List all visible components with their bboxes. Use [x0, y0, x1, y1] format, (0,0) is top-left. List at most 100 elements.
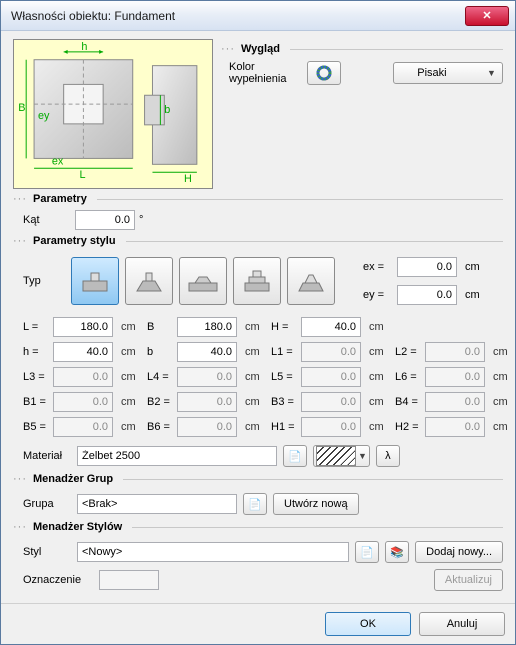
group-browse-button[interactable]: 📄	[243, 493, 267, 515]
param-label: L4 =	[147, 371, 177, 383]
param-input	[425, 392, 485, 412]
param-input	[425, 342, 485, 362]
param-input	[177, 367, 237, 387]
titlebar: Własności obiektu: Fundament ✕	[1, 1, 515, 31]
chevron-down-icon: ▼	[487, 68, 496, 78]
svg-text:ex: ex	[52, 155, 64, 167]
section-parameters: Parametry	[33, 193, 87, 205]
create-group-button[interactable]: Utwórz nową	[273, 493, 359, 515]
type-label: Typ	[23, 275, 61, 287]
param-unit: cm	[369, 396, 395, 408]
type-option-1[interactable]	[71, 257, 119, 305]
style-copy-button[interactable]: 📄	[355, 541, 379, 563]
fill-color-label: Kolor wypełnienia	[229, 61, 299, 85]
type-option-3[interactable]	[179, 257, 227, 305]
param-input	[301, 417, 361, 437]
param-unit: cm	[121, 346, 147, 358]
preview-pane: h B L ey ex b H	[13, 39, 213, 189]
param-input	[425, 417, 485, 437]
param-input[interactable]	[53, 317, 113, 337]
dialog-body: h B L ey ex b H	[1, 31, 515, 603]
svg-text:H: H	[184, 173, 192, 185]
param-label: H2 =	[395, 421, 425, 433]
param-input	[177, 417, 237, 437]
param-label: L1 =	[271, 346, 301, 358]
group-label: Grupa	[23, 498, 71, 510]
param-unit: cm	[369, 346, 395, 358]
color-wheel-icon	[316, 65, 332, 81]
ex-input[interactable]	[397, 257, 457, 277]
type-option-5[interactable]	[287, 257, 335, 305]
param-unit: cm	[121, 421, 147, 433]
svg-text:L: L	[79, 169, 85, 181]
param-input[interactable]	[301, 317, 361, 337]
style-library-button[interactable]: 📚	[385, 541, 409, 563]
section-style-params: Parametry stylu	[33, 235, 116, 247]
param-label: B6 =	[147, 421, 177, 433]
lambda-button[interactable]: λ	[376, 445, 400, 467]
param-input[interactable]	[177, 317, 237, 337]
param-unit: cm	[493, 396, 515, 408]
hatch-dropdown[interactable]: ▼	[313, 445, 370, 467]
svg-text:B: B	[18, 102, 25, 114]
document-icon: 📄	[248, 498, 262, 511]
hatch-preview-icon	[316, 446, 356, 466]
section-group-manager: Menadżer Grup	[33, 473, 113, 485]
param-label: B2 =	[147, 396, 177, 408]
param-input[interactable]	[177, 342, 237, 362]
param-label: L =	[23, 321, 53, 333]
param-unit: cm	[245, 421, 271, 433]
material-browse-button[interactable]: 📄	[283, 445, 307, 467]
param-unit: cm	[493, 371, 515, 383]
close-button[interactable]: ✕	[465, 6, 509, 26]
param-label: B5 =	[23, 421, 53, 433]
param-label: L2 =	[395, 346, 425, 358]
style-label: Styl	[23, 546, 71, 558]
param-input	[177, 392, 237, 412]
angle-unit: °	[139, 214, 159, 226]
ey-input[interactable]	[397, 285, 457, 305]
ey-label: ey =	[363, 289, 397, 301]
cancel-button[interactable]: Anuluj	[419, 612, 505, 636]
type-option-2[interactable]	[125, 257, 173, 305]
material-input[interactable]	[77, 446, 277, 466]
pens-dropdown-label: Pisaki	[417, 67, 446, 79]
style-input[interactable]	[77, 542, 349, 562]
window-title: Własności obiektu: Fundament	[11, 9, 465, 23]
group-input[interactable]	[77, 494, 237, 514]
param-label: H1 =	[271, 421, 301, 433]
param-unit: cm	[369, 321, 395, 333]
add-style-button[interactable]: Dodaj nowy...	[415, 541, 503, 563]
material-label: Materiał	[23, 450, 71, 462]
param-label: h =	[23, 346, 53, 358]
fill-color-button[interactable]	[307, 61, 341, 85]
close-icon: ✕	[482, 9, 491, 22]
param-input	[53, 417, 113, 437]
param-label: b	[147, 346, 177, 358]
param-label: B4 =	[395, 396, 425, 408]
param-label: B3 =	[271, 396, 301, 408]
param-label: B	[147, 321, 177, 333]
param-input	[301, 392, 361, 412]
param-input	[425, 367, 485, 387]
param-unit: cm	[121, 321, 147, 333]
mark-label: Oznaczenie	[23, 574, 93, 586]
param-unit: cm	[121, 396, 147, 408]
ok-button[interactable]: OK	[325, 612, 411, 636]
update-style-button: Aktualizuj	[434, 569, 503, 591]
type-buttons	[71, 257, 335, 305]
param-unit: cm	[369, 371, 395, 383]
param-unit: cm	[245, 396, 271, 408]
ex-label: ex =	[363, 261, 397, 273]
pens-dropdown[interactable]: Pisaki ▼	[393, 62, 503, 84]
angle-input[interactable]	[75, 210, 135, 230]
parameter-grid: L =cmBcmH =cm h =cmbcmL1 =cmL2 =cmL3 =cm…	[13, 313, 503, 441]
type-option-4[interactable]	[233, 257, 281, 305]
dialog-window: Własności obiektu: Fundament ✕ h B L	[0, 0, 516, 645]
param-unit: cm	[121, 371, 147, 383]
ex-unit: cm	[465, 261, 493, 273]
param-unit: cm	[493, 421, 515, 433]
param-label: B1 =	[23, 396, 53, 408]
param-label: L6 =	[395, 371, 425, 383]
param-input[interactable]	[53, 342, 113, 362]
